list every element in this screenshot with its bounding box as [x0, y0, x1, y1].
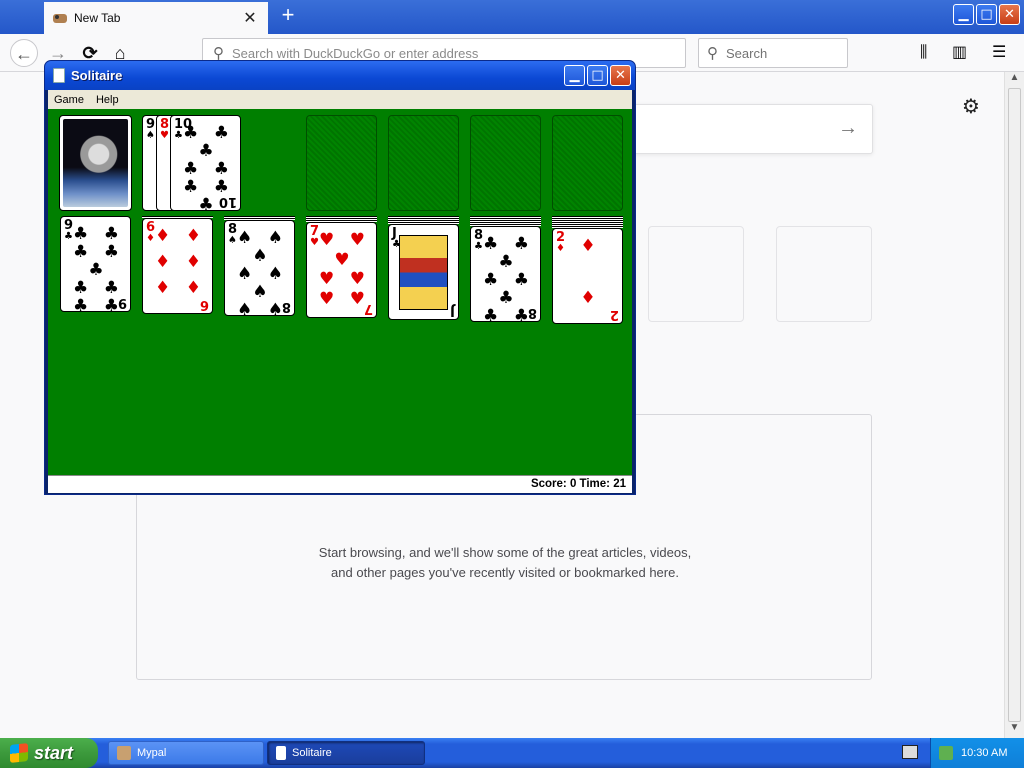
browser-close-button[interactable]: ✕ [999, 4, 1020, 25]
taskbar-item-label: Mypal [137, 747, 167, 759]
card-suit-icon: ♥ [310, 237, 319, 248]
card-suit-icon: ♦ [556, 243, 565, 254]
card-rank: 2 [609, 307, 619, 322]
card-rank: J [450, 303, 455, 318]
card-table: 9♠8♥10♣10♣♣♣♣♣♣♣♣♣♣ 9♣9♣♣♣♣♣♣♣♣♣6♦6♦♦♦♦♦… [48, 109, 632, 475]
card-suit-icon: ♦ [146, 233, 155, 244]
card-pips: ♣♣♣♣♣♣♣♣♣♣ [183, 123, 229, 211]
menu-icon[interactable]: ☰ [992, 42, 1006, 61]
solitaire-app-icon [53, 68, 65, 83]
card-pips: ♦ ♦ ♦ ♦ ♦ ♦ [155, 226, 201, 298]
card-suit-icon: ♣ [474, 241, 483, 252]
url-placeholder: Search with DuckDuckGo or enter address [232, 45, 479, 61]
playing-card[interactable]: 10♣10♣♣♣♣♣♣♣♣♣♣ [170, 115, 241, 211]
card-suit-icon: ♣ [64, 231, 73, 242]
system-tray: 10:30 AM [930, 738, 1024, 768]
solitaire-titlebar[interactable]: Solitaire ▁ □ ✕ [45, 61, 635, 90]
playing-card[interactable]: 2 ♦ 2 ♦ ♦ [552, 228, 623, 324]
clock: 10:30 AM [961, 747, 1008, 759]
search-icon: ⚲ [707, 45, 718, 62]
tab-title: New Tab [74, 11, 121, 25]
face-down-card-stack[interactable] [388, 216, 459, 224]
search-placeholder: Search [726, 45, 768, 61]
library-icon[interactable]: ⫼ [920, 42, 927, 62]
sidebar-icon[interactable]: ▥ [952, 42, 967, 61]
tab-close-icon[interactable]: ✕ [240, 8, 260, 28]
tab-new-tab[interactable]: New Tab ✕ [44, 2, 268, 34]
tab-strip: New Tab ✕ + ▁ □ ✕ [0, 0, 1024, 34]
taskbar-item-label: Solitaire [292, 747, 332, 759]
card-pips: ♠ ♠ ♠ ♠ ♠ ♠ ♠ ♠ [237, 228, 283, 316]
highlights-empty-message: Start browsing, and we'll show some of t… [318, 545, 692, 580]
playing-card[interactable]: J ♣ J [388, 224, 459, 320]
playing-card[interactable]: 8 ♠ 8 ♠ ♠ ♠ ♠ ♠ ♠ ♠ ♠ [224, 220, 295, 316]
new-tab-button[interactable]: + [276, 4, 300, 28]
windows-flag-icon [10, 743, 28, 763]
scroll-up-icon[interactable]: ▲ [1005, 72, 1024, 88]
solitaire-window-controls: ▁ □ ✕ [564, 65, 631, 86]
face-down-card-stack[interactable] [552, 216, 623, 228]
window-title: Solitaire [71, 68, 123, 83]
card-pips: ♥ ♥ ♥ ♥ ♥ ♥ ♥ [319, 230, 365, 309]
card-back-astronaut [63, 119, 128, 207]
card-rank: 6 [199, 297, 209, 312]
mypal-favicon-icon [53, 14, 67, 23]
mypal-icon [117, 746, 131, 760]
menu-game[interactable]: Game [48, 94, 90, 106]
browser-window-controls: ▁ □ ✕ [953, 4, 1020, 25]
network-icon[interactable] [939, 746, 953, 760]
start-label: start [34, 742, 74, 763]
card-pips: ♣ ♣ ♣ ♣ ♣ ♣ ♣ ♣ ♣ [73, 224, 119, 312]
back-button[interactable]: ← [10, 39, 38, 67]
taskbar: start Mypal Solitaire 10:30 AM [0, 738, 1024, 768]
gear-icon[interactable]: ⚙ [962, 94, 980, 118]
taskbar-item-mypal[interactable]: Mypal [108, 741, 264, 765]
playing-card[interactable]: 8 ♣ 8 ♣ ♣ ♣ ♣ ♣ ♣ ♣ ♣ [470, 226, 541, 322]
card-pips: ♦ ♦ [580, 236, 596, 308]
menu-help[interactable]: Help [90, 94, 125, 106]
card-suit-icon: ♠ [146, 130, 155, 141]
page-search-box[interactable]: → [620, 104, 873, 154]
solitaire-close-button[interactable]: ✕ [610, 65, 631, 86]
card-rank: 8 [527, 305, 537, 320]
foundation-slot[interactable] [388, 115, 459, 211]
solitaire-window: Solitaire ▁ □ ✕ Game Help 9 ♠ 8 ♥ 10 ♣ 10 ♣ ♣ ♣ ♣ ♣… [44, 60, 636, 495]
solitaire-menubar: Game Help [48, 90, 632, 109]
vertical-scrollbar[interactable]: ▲ ▼ [1004, 72, 1024, 738]
browser-minimize-button[interactable]: ▁ [953, 4, 974, 25]
card-suit-icon: ♠ [228, 235, 237, 246]
foundation-slot[interactable] [552, 115, 623, 211]
playing-card[interactable]: 7 ♥ 7 ♥ ♥ ♥ ♥ ♥ ♥ ♥ [306, 222, 377, 318]
card-rank: 9 [117, 295, 127, 310]
face-down-card-stack[interactable] [470, 216, 541, 226]
top-site-tile[interactable] [648, 226, 744, 322]
browser-maximize-button[interactable]: □ [976, 4, 997, 25]
foundation-slot[interactable] [470, 115, 541, 211]
search-bar[interactable]: ⚲ Search [698, 38, 848, 68]
solitaire-maximize-button[interactable]: □ [587, 65, 608, 86]
card-rank: 7 [363, 301, 373, 316]
start-button[interactable]: start [0, 738, 98, 768]
scroll-thumb[interactable] [1008, 88, 1021, 722]
solitaire-minimize-button[interactable]: ▁ [564, 65, 585, 86]
keyboard-icon[interactable] [902, 745, 918, 759]
jack-face-art [399, 235, 448, 310]
go-arrow-icon[interactable]: → [838, 117, 858, 140]
taskbar-item-solitaire[interactable]: Solitaire [267, 741, 425, 765]
stock-pile[interactable] [59, 115, 132, 211]
card-suit-icon: ♥ [160, 130, 169, 141]
playing-card[interactable]: 6 ♦ 6 ♦ ♦ ♦ ♦ ♦ ♦ [142, 218, 213, 314]
solitaire-icon [276, 746, 286, 760]
playing-card[interactable]: 9 ♣ 9 ♣ ♣ ♣ ♣ ♣ ♣ ♣ ♣ ♣ [60, 216, 131, 312]
foundation-slot[interactable] [306, 115, 377, 211]
card-suit-icon: ♣ [174, 130, 183, 141]
score-status: Score: 0 Time: 21 [48, 475, 632, 493]
card-pips: ♣ ♣ ♣ ♣ ♣ ♣ ♣ ♣ [483, 234, 529, 322]
card-rank: 8 [281, 299, 291, 314]
scroll-down-icon[interactable]: ▼ [1005, 722, 1024, 738]
top-site-tile[interactable] [776, 226, 872, 322]
